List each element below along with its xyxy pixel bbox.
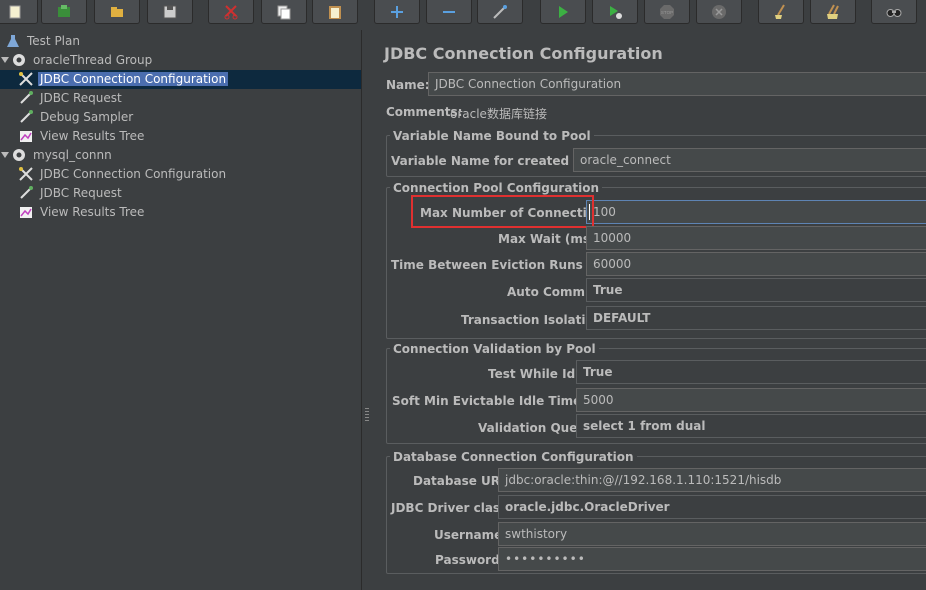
tree-item-label: JDBC Connection Configuration bbox=[38, 71, 229, 86]
config-panel: JDBC Connection Configuration Name: JDBC… bbox=[372, 30, 926, 590]
shutdown-icon bbox=[712, 4, 726, 19]
clear-all-button[interactable] bbox=[810, 0, 856, 24]
test-plan-tree: Test Plan oracleThread Group JDBC Connec… bbox=[0, 30, 361, 590]
variable-name-input[interactable]: oracle_connect bbox=[573, 148, 926, 172]
transaction-isolation-select[interactable]: DEFAULT bbox=[586, 306, 926, 330]
tree-item-test-plan[interactable]: Test Plan bbox=[5, 31, 82, 50]
password-label: Password: bbox=[435, 553, 505, 567]
toolbar: STOP bbox=[0, 0, 926, 30]
tree-item-label: JDBC Connection Configuration bbox=[40, 166, 227, 181]
gear-icon bbox=[11, 147, 27, 163]
name-input[interactable]: JDBC Connection Configuration bbox=[428, 72, 926, 96]
soft-min-idle-input[interactable]: 5000 bbox=[576, 388, 926, 412]
flask-icon bbox=[5, 33, 21, 49]
shutdown-button[interactable] bbox=[696, 0, 742, 24]
toggle-icon bbox=[493, 4, 507, 19]
start-no-pauses-icon bbox=[610, 5, 622, 19]
clear-icon bbox=[775, 3, 785, 19]
tree-item-label: Test Plan bbox=[27, 33, 80, 48]
username-label: Username: bbox=[434, 528, 508, 542]
new-icon bbox=[9, 5, 21, 18]
panel-splitter[interactable] bbox=[361, 30, 372, 590]
stop-icon: STOP bbox=[660, 4, 674, 19]
password-input[interactable]: •••••••••• bbox=[498, 547, 926, 571]
save-button[interactable] bbox=[147, 0, 193, 24]
pool-config-group-title: Connection Pool Configuration bbox=[390, 181, 603, 195]
search-button[interactable] bbox=[871, 0, 917, 24]
tree-item-label: oracleThread Group bbox=[33, 52, 153, 67]
collapse-arrow-icon[interactable] bbox=[1, 151, 9, 159]
splitter-grip-icon[interactable] bbox=[365, 408, 369, 422]
clear-all-icon bbox=[827, 4, 839, 19]
tree-item-view-results-tree-2[interactable]: View Results Tree bbox=[18, 202, 146, 221]
start-no-pauses-button[interactable] bbox=[592, 0, 638, 24]
collapse-button[interactable] bbox=[426, 0, 472, 24]
tree-item-jdbc-request-2[interactable]: JDBC Request bbox=[18, 183, 124, 202]
templates-icon bbox=[58, 4, 70, 17]
gear-icon bbox=[11, 52, 27, 68]
database-url-input[interactable]: jdbc:oracle:thin:@//192.168.1.110:1521/h… bbox=[498, 468, 926, 492]
open-icon bbox=[111, 6, 123, 17]
tree-item-debug-sampler[interactable]: Debug Sampler bbox=[18, 107, 135, 126]
jdbc-driver-label: JDBC Driver class: bbox=[391, 501, 513, 515]
test-while-idle-select[interactable]: True bbox=[576, 360, 926, 384]
jdbc-driver-select[interactable]: oracle.jdbc.OracleDriver bbox=[498, 495, 926, 519]
tree-item-label: JDBC Request bbox=[40, 185, 122, 200]
highlight-box bbox=[411, 195, 594, 228]
stop-button[interactable]: STOP bbox=[644, 0, 690, 24]
tree-item-label: Debug Sampler bbox=[40, 109, 134, 124]
start-button[interactable] bbox=[540, 0, 586, 24]
pipette-icon bbox=[18, 109, 34, 125]
search-icon bbox=[886, 8, 902, 17]
auto-commit-select[interactable]: True bbox=[586, 278, 926, 302]
tools-icon bbox=[18, 166, 34, 182]
stop-label: STOP bbox=[661, 10, 673, 15]
copy-icon bbox=[277, 5, 291, 19]
chart-icon bbox=[18, 204, 34, 220]
eviction-runs-input[interactable]: 60000 bbox=[586, 252, 926, 276]
start-icon bbox=[559, 5, 568, 18]
pipette-icon bbox=[18, 90, 34, 106]
max-connections-input[interactable]: 100 bbox=[586, 200, 926, 224]
tree-item-mysql-connn[interactable]: mysql_connn bbox=[11, 145, 114, 164]
tree-item-label: View Results Tree bbox=[40, 204, 145, 219]
tree-item-jdbc-connection-config-2[interactable]: JDBC Connection Configuration bbox=[18, 164, 228, 183]
page-title: JDBC Connection Configuration bbox=[384, 44, 663, 63]
database-group-title: Database Connection Configuration bbox=[390, 450, 637, 464]
name-label: Name: bbox=[386, 78, 430, 92]
tree-item-label: JDBC Request bbox=[40, 90, 122, 105]
expand-button[interactable] bbox=[374, 0, 420, 24]
cut-icon bbox=[224, 4, 238, 19]
max-wait-label: Max Wait (ms): bbox=[498, 232, 601, 246]
username-input[interactable]: swthistory bbox=[498, 522, 926, 546]
paste-button[interactable] bbox=[312, 0, 358, 24]
clear-button[interactable] bbox=[758, 0, 804, 24]
tools-icon bbox=[18, 71, 34, 87]
max-wait-input[interactable]: 10000 bbox=[586, 226, 926, 250]
paste-icon bbox=[329, 5, 341, 19]
collapse-icon bbox=[443, 10, 455, 13]
tree-item-view-results-tree[interactable]: View Results Tree bbox=[18, 126, 146, 145]
toggle-button[interactable] bbox=[477, 0, 523, 24]
tree-item-label: mysql_connn bbox=[33, 147, 112, 162]
validation-query-select[interactable]: select 1 from dual bbox=[576, 414, 926, 438]
tree-item-jdbc-request[interactable]: JDBC Request bbox=[18, 88, 124, 107]
tree-item-label: View Results Tree bbox=[40, 128, 145, 143]
new-button[interactable] bbox=[0, 0, 38, 24]
open-button[interactable] bbox=[94, 0, 140, 24]
cut-button[interactable] bbox=[208, 0, 254, 24]
collapse-arrow-icon[interactable] bbox=[1, 56, 9, 64]
expand-icon bbox=[391, 5, 403, 18]
chart-icon bbox=[18, 128, 34, 144]
tree-item-jdbc-connection-config[interactable]: JDBC Connection Configuration bbox=[18, 69, 229, 88]
comments-input[interactable]: oracle数据库链接 bbox=[450, 105, 547, 122]
save-icon bbox=[163, 5, 177, 18]
copy-button[interactable] bbox=[261, 0, 307, 24]
templates-button[interactable] bbox=[41, 0, 87, 24]
tree-item-oracle-thread-group[interactable]: oracleThread Group bbox=[11, 50, 154, 69]
variable-name-group-title: Variable Name Bound to Pool bbox=[390, 129, 594, 143]
validation-group-title: Connection Validation by Pool bbox=[390, 342, 599, 356]
pipette-icon bbox=[18, 185, 34, 201]
